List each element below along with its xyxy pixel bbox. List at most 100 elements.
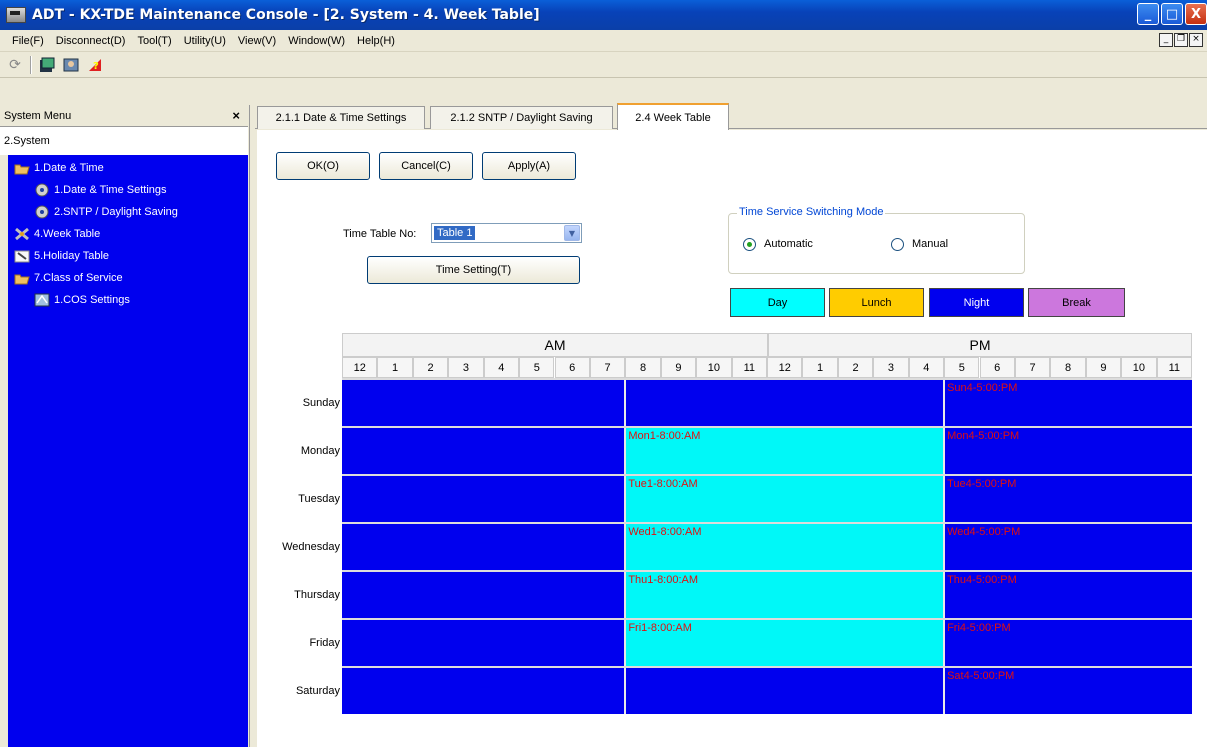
tree-item-class-of-service[interactable]: 7.Class of Service <box>14 271 123 285</box>
night-segment-label: Sat4-5:00:PM <box>947 670 1015 682</box>
tab-sntp-daylight-saving[interactable]: 2.1.2 SNTP / Daylight Saving <box>430 106 613 129</box>
apply-button[interactable]: Apply(A) <box>482 152 576 180</box>
tab-date-time-settings[interactable]: 2.1.1 Date & Time Settings <box>257 106 425 129</box>
help-icon[interactable]: ? <box>86 56 104 74</box>
hour-header-cell: 12 <box>767 357 803 378</box>
panel-close-icon[interactable]: × <box>232 108 240 123</box>
hour-header-cell: 4 <box>483 357 520 378</box>
segment-divider <box>624 476 627 522</box>
tree-item-sntp-daylight[interactable]: 2.SNTP / Daylight Saving <box>34 205 178 219</box>
day-segment[interactable]: Thu1-8:00:AM <box>625 572 945 618</box>
night-segment[interactable] <box>342 668 626 714</box>
tree-item-label: 2.SNTP / Daylight Saving <box>54 206 178 218</box>
tree-item-date-time-settings[interactable]: 1.Date & Time Settings <box>34 183 167 197</box>
tree-item-holiday-table[interactable]: 5.Holiday Table <box>14 249 109 263</box>
legend-break: Break <box>1028 288 1125 317</box>
night-segment[interactable]: Sat4-5:00:PM <box>944 668 1192 714</box>
hour-header-cell: 12 <box>342 357 378 378</box>
night-segment[interactable]: Sun4-5:00:PM <box>944 380 1192 426</box>
tree-item-week-table[interactable]: 4.Week Table <box>14 227 100 241</box>
automatic-label: Automatic <box>764 238 813 250</box>
window-title: ADT - KX-TDE Maintenance Console - [2. S… <box>32 7 540 23</box>
automatic-radio[interactable] <box>743 238 756 251</box>
minimize-button[interactable]: _ <box>1137 3 1159 25</box>
manual-radio[interactable] <box>891 238 904 251</box>
menu-file[interactable]: File(F) <box>6 35 50 47</box>
segment-divider <box>943 572 946 618</box>
cancel-button[interactable]: Cancel(C) <box>379 152 473 180</box>
tree-item-label: 7.Class of Service <box>34 272 123 284</box>
night-segment[interactable] <box>625 380 945 426</box>
day-segment-label: Wed1-8:00:AM <box>628 526 702 538</box>
night-segment[interactable]: Fri4-5:00:PM <box>944 620 1192 666</box>
folder-open-icon <box>14 271 30 285</box>
tree-item-cos-settings[interactable]: 1.COS Settings <box>34 293 130 307</box>
night-segment-label: Tue4-5:00:PM <box>947 478 1017 490</box>
hour-header-cell: 4 <box>908 357 945 378</box>
night-segment[interactable] <box>342 476 626 522</box>
day-label: Thursday <box>294 589 340 601</box>
day-segment[interactable]: Wed1-8:00:AM <box>625 524 945 570</box>
menu-disconnect[interactable]: Disconnect(D) <box>50 35 132 47</box>
tree-item-date-time[interactable]: 1.Date & Time <box>14 161 104 175</box>
mdi-restore-button[interactable]: ❐ <box>1174 33 1188 47</box>
chevron-down-icon[interactable]: ▼ <box>564 225 580 241</box>
day-segment[interactable]: Mon1-8:00:AM <box>625 428 945 474</box>
settings-icon <box>34 183 50 197</box>
time-table-label: Time Table No: <box>343 228 417 240</box>
time-setting-button[interactable]: Time Setting(T) <box>367 256 580 284</box>
segment-divider <box>943 380 946 426</box>
system-menu-tree: 1.Date & Time 1.Date & Time Settings 2.S… <box>8 155 248 747</box>
close-button[interactable]: X <box>1185 3 1207 25</box>
night-segment[interactable] <box>342 428 626 474</box>
ok-button[interactable]: OK(O) <box>276 152 370 180</box>
day-label: Wednesday <box>282 541 340 553</box>
day-segment-label: Thu1-8:00:AM <box>628 574 699 586</box>
segment-divider <box>624 524 627 570</box>
night-segment[interactable] <box>342 572 626 618</box>
svg-text:?: ? <box>93 61 99 72</box>
hour-header-cell: 6 <box>979 357 1015 378</box>
hour-header-cell: 1 <box>802 357 838 378</box>
night-segment[interactable]: Tue4-5:00:PM <box>944 476 1192 522</box>
menu-tool[interactable]: Tool(T) <box>131 35 177 47</box>
night-segment[interactable]: Thu4-5:00:PM <box>944 572 1192 618</box>
system-menu-panel: System Menu × 2.System 1.Date & Time 1.D… <box>0 105 250 747</box>
tab-week-table[interactable]: 2.4 Week Table <box>617 103 729 130</box>
day-segment[interactable]: Fri1-8:00:AM <box>625 620 945 666</box>
menu-help[interactable]: Help(H) <box>351 35 401 47</box>
night-segment[interactable]: Wed4-5:00:PM <box>944 524 1192 570</box>
day-segment-label: Fri1-8:00:AM <box>628 622 692 634</box>
segment-divider <box>624 428 627 474</box>
hour-header-cell: 8 <box>625 357 661 378</box>
segment-divider <box>624 572 627 618</box>
night-segment[interactable] <box>625 668 945 714</box>
mdi-controls: _ ❐ × <box>1159 33 1203 47</box>
menu-utility[interactable]: Utility(U) <box>178 35 232 47</box>
menu-view[interactable]: View(V) <box>232 35 282 47</box>
mdi-close-button[interactable]: × <box>1189 33 1203 47</box>
night-segment[interactable] <box>342 524 626 570</box>
day-label: Friday <box>309 637 340 649</box>
system-root-label[interactable]: 2.System <box>0 127 248 155</box>
hour-header-cell: 7 <box>1014 357 1051 378</box>
week-table-icon <box>14 227 30 241</box>
time-table-select[interactable]: Table 1 ▼ <box>431 223 582 243</box>
hour-header-cell: 11 <box>1156 357 1192 378</box>
night-segment[interactable] <box>342 380 626 426</box>
segment-divider <box>624 620 627 666</box>
night-segment[interactable]: Mon4-5:00:PM <box>944 428 1192 474</box>
hour-header-cell: 2 <box>412 357 449 378</box>
hour-header-cell: 8 <box>1050 357 1086 378</box>
user-icon[interactable] <box>62 56 80 74</box>
day-segment[interactable]: Tue1-8:00:AM <box>625 476 945 522</box>
connect-icon[interactable]: ⟳ <box>6 56 24 74</box>
menu-window[interactable]: Window(W) <box>282 35 351 47</box>
system-data-icon[interactable] <box>38 56 56 74</box>
night-segment[interactable] <box>342 620 626 666</box>
tree-item-label: 1.COS Settings <box>54 294 130 306</box>
hour-header-cell: 10 <box>1121 357 1157 378</box>
hour-header-cell: 6 <box>554 357 590 378</box>
maximize-button[interactable]: □ <box>1161 3 1183 25</box>
mdi-minimize-button[interactable]: _ <box>1159 33 1173 47</box>
